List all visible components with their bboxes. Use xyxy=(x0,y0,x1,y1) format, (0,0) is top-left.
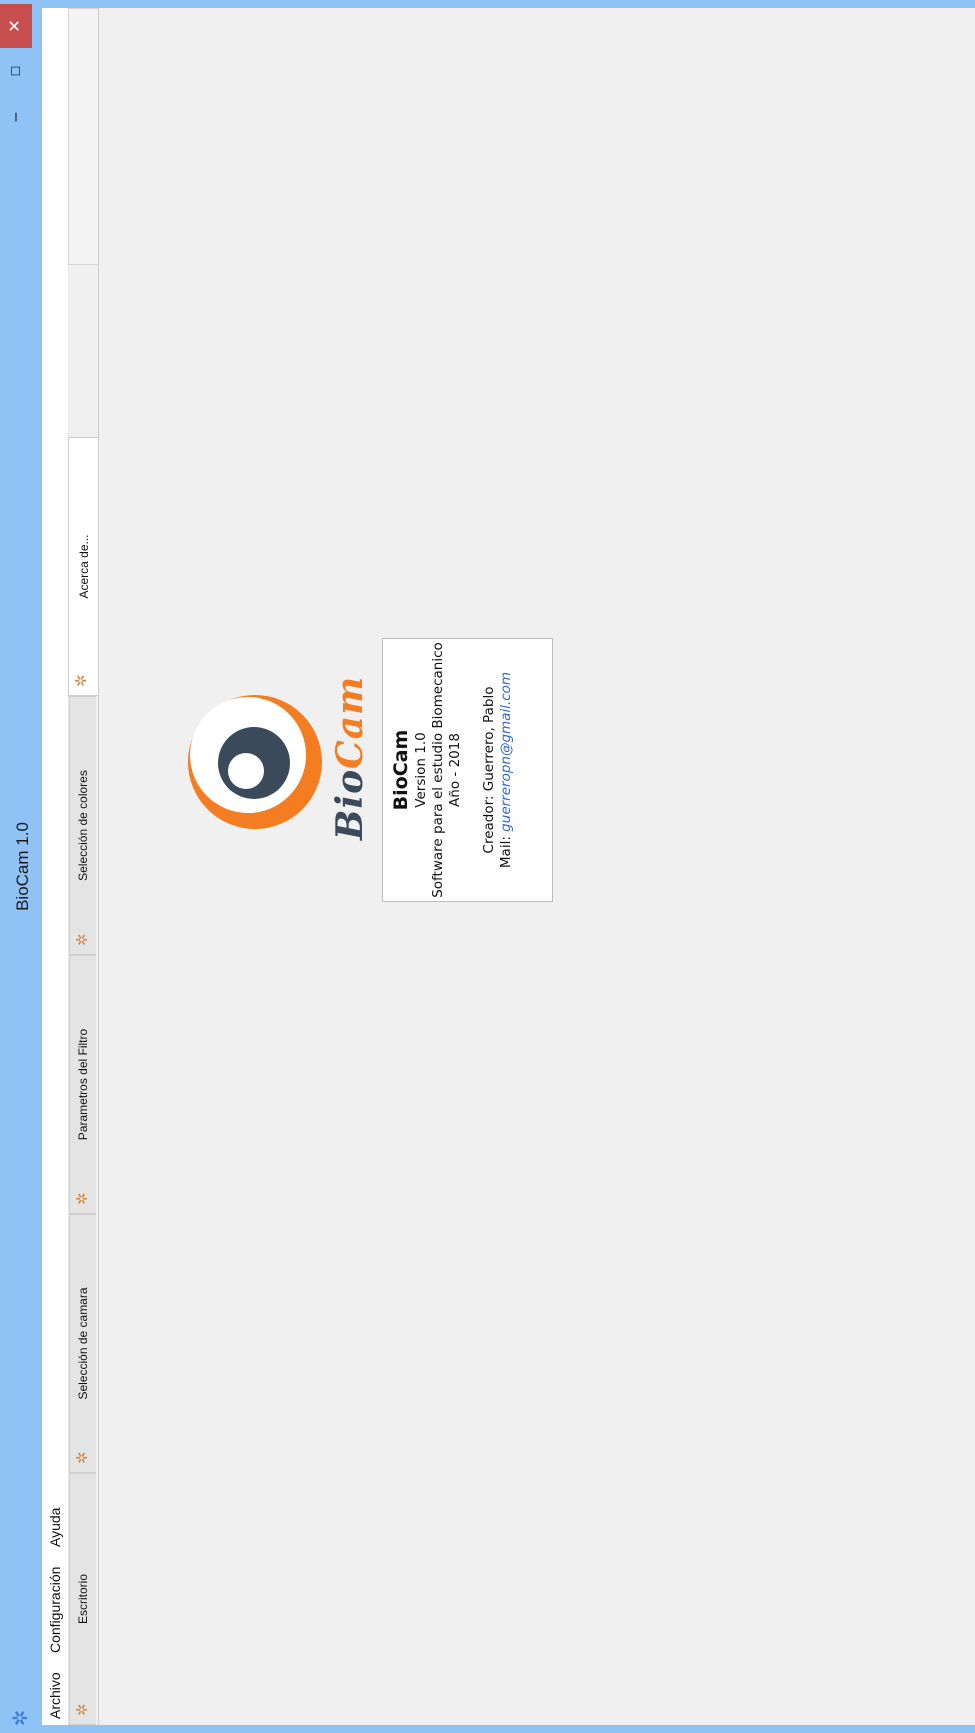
biocam-logo-icon xyxy=(188,695,322,829)
menu-archivo[interactable]: Archivo xyxy=(45,1670,65,1721)
about-mail: Mail: guerreropn@gmail.com xyxy=(498,639,515,901)
tab-parametros-filtro[interactable]: ✲ Parametros del Filtro xyxy=(69,955,96,1214)
about-app-name: BioCam xyxy=(390,729,412,811)
tab-bar: ✲ Escritorio ✲ Selección de camara ✲ Par… xyxy=(68,8,98,1725)
tab-seleccion-colores[interactable]: ✲ Selección de colores xyxy=(69,696,96,955)
tab-label: Escritorio xyxy=(76,1574,90,1625)
maximize-button[interactable]: ☐ xyxy=(0,48,32,94)
about-description: Software para el estudio Biomecanico xyxy=(430,642,446,898)
menu-bar: Archivo Configuración Ayuda xyxy=(42,8,69,1725)
title-bar[interactable]: ✲ BioCam 1.0 – ☐ ✕ xyxy=(0,0,42,1733)
tab-escritorio[interactable]: ✲ Escritorio xyxy=(69,1473,96,1725)
about-year: Año - 2018 xyxy=(447,733,463,807)
app-window: ✲ BioCam 1.0 – ☐ ✕ Archivo Configuración… xyxy=(0,0,975,1733)
about-creator: Creador: Guerrero, Pablo xyxy=(481,686,497,854)
tab-acerca-de[interactable]: ✲ Acerca de... xyxy=(68,437,98,696)
logo-word-bio: Bio xyxy=(329,768,371,840)
about-mail-label: Mail: xyxy=(498,836,514,869)
minimize-button[interactable]: – xyxy=(0,94,32,140)
menu-ayuda[interactable]: Ayuda xyxy=(45,1506,65,1549)
tab-label: Parametros del Filtro xyxy=(76,1028,90,1141)
tab-bar-filler xyxy=(68,8,98,265)
menu-configuracion[interactable]: Configuración xyxy=(45,1565,65,1655)
tab-seleccion-camara[interactable]: ✲ Selección de camara xyxy=(69,1214,96,1473)
logo-word-cam: Cam xyxy=(329,675,371,769)
window-title: BioCam 1.0 xyxy=(13,822,32,911)
biocam-logo-wordmark: BioCam xyxy=(329,676,371,840)
about-version: Version 1.0 xyxy=(413,732,429,808)
tab-label: Selección de camara xyxy=(76,1287,90,1400)
tab-label: Selección de colores xyxy=(76,770,90,881)
close-button[interactable]: ✕ xyxy=(0,4,32,48)
about-info-box: BioCam Version 1.0 Software para el estu… xyxy=(382,638,553,902)
about-mail-link[interactable]: guerreropn@gmail.com xyxy=(498,672,514,832)
tab-label: Acerca de... xyxy=(77,534,91,599)
